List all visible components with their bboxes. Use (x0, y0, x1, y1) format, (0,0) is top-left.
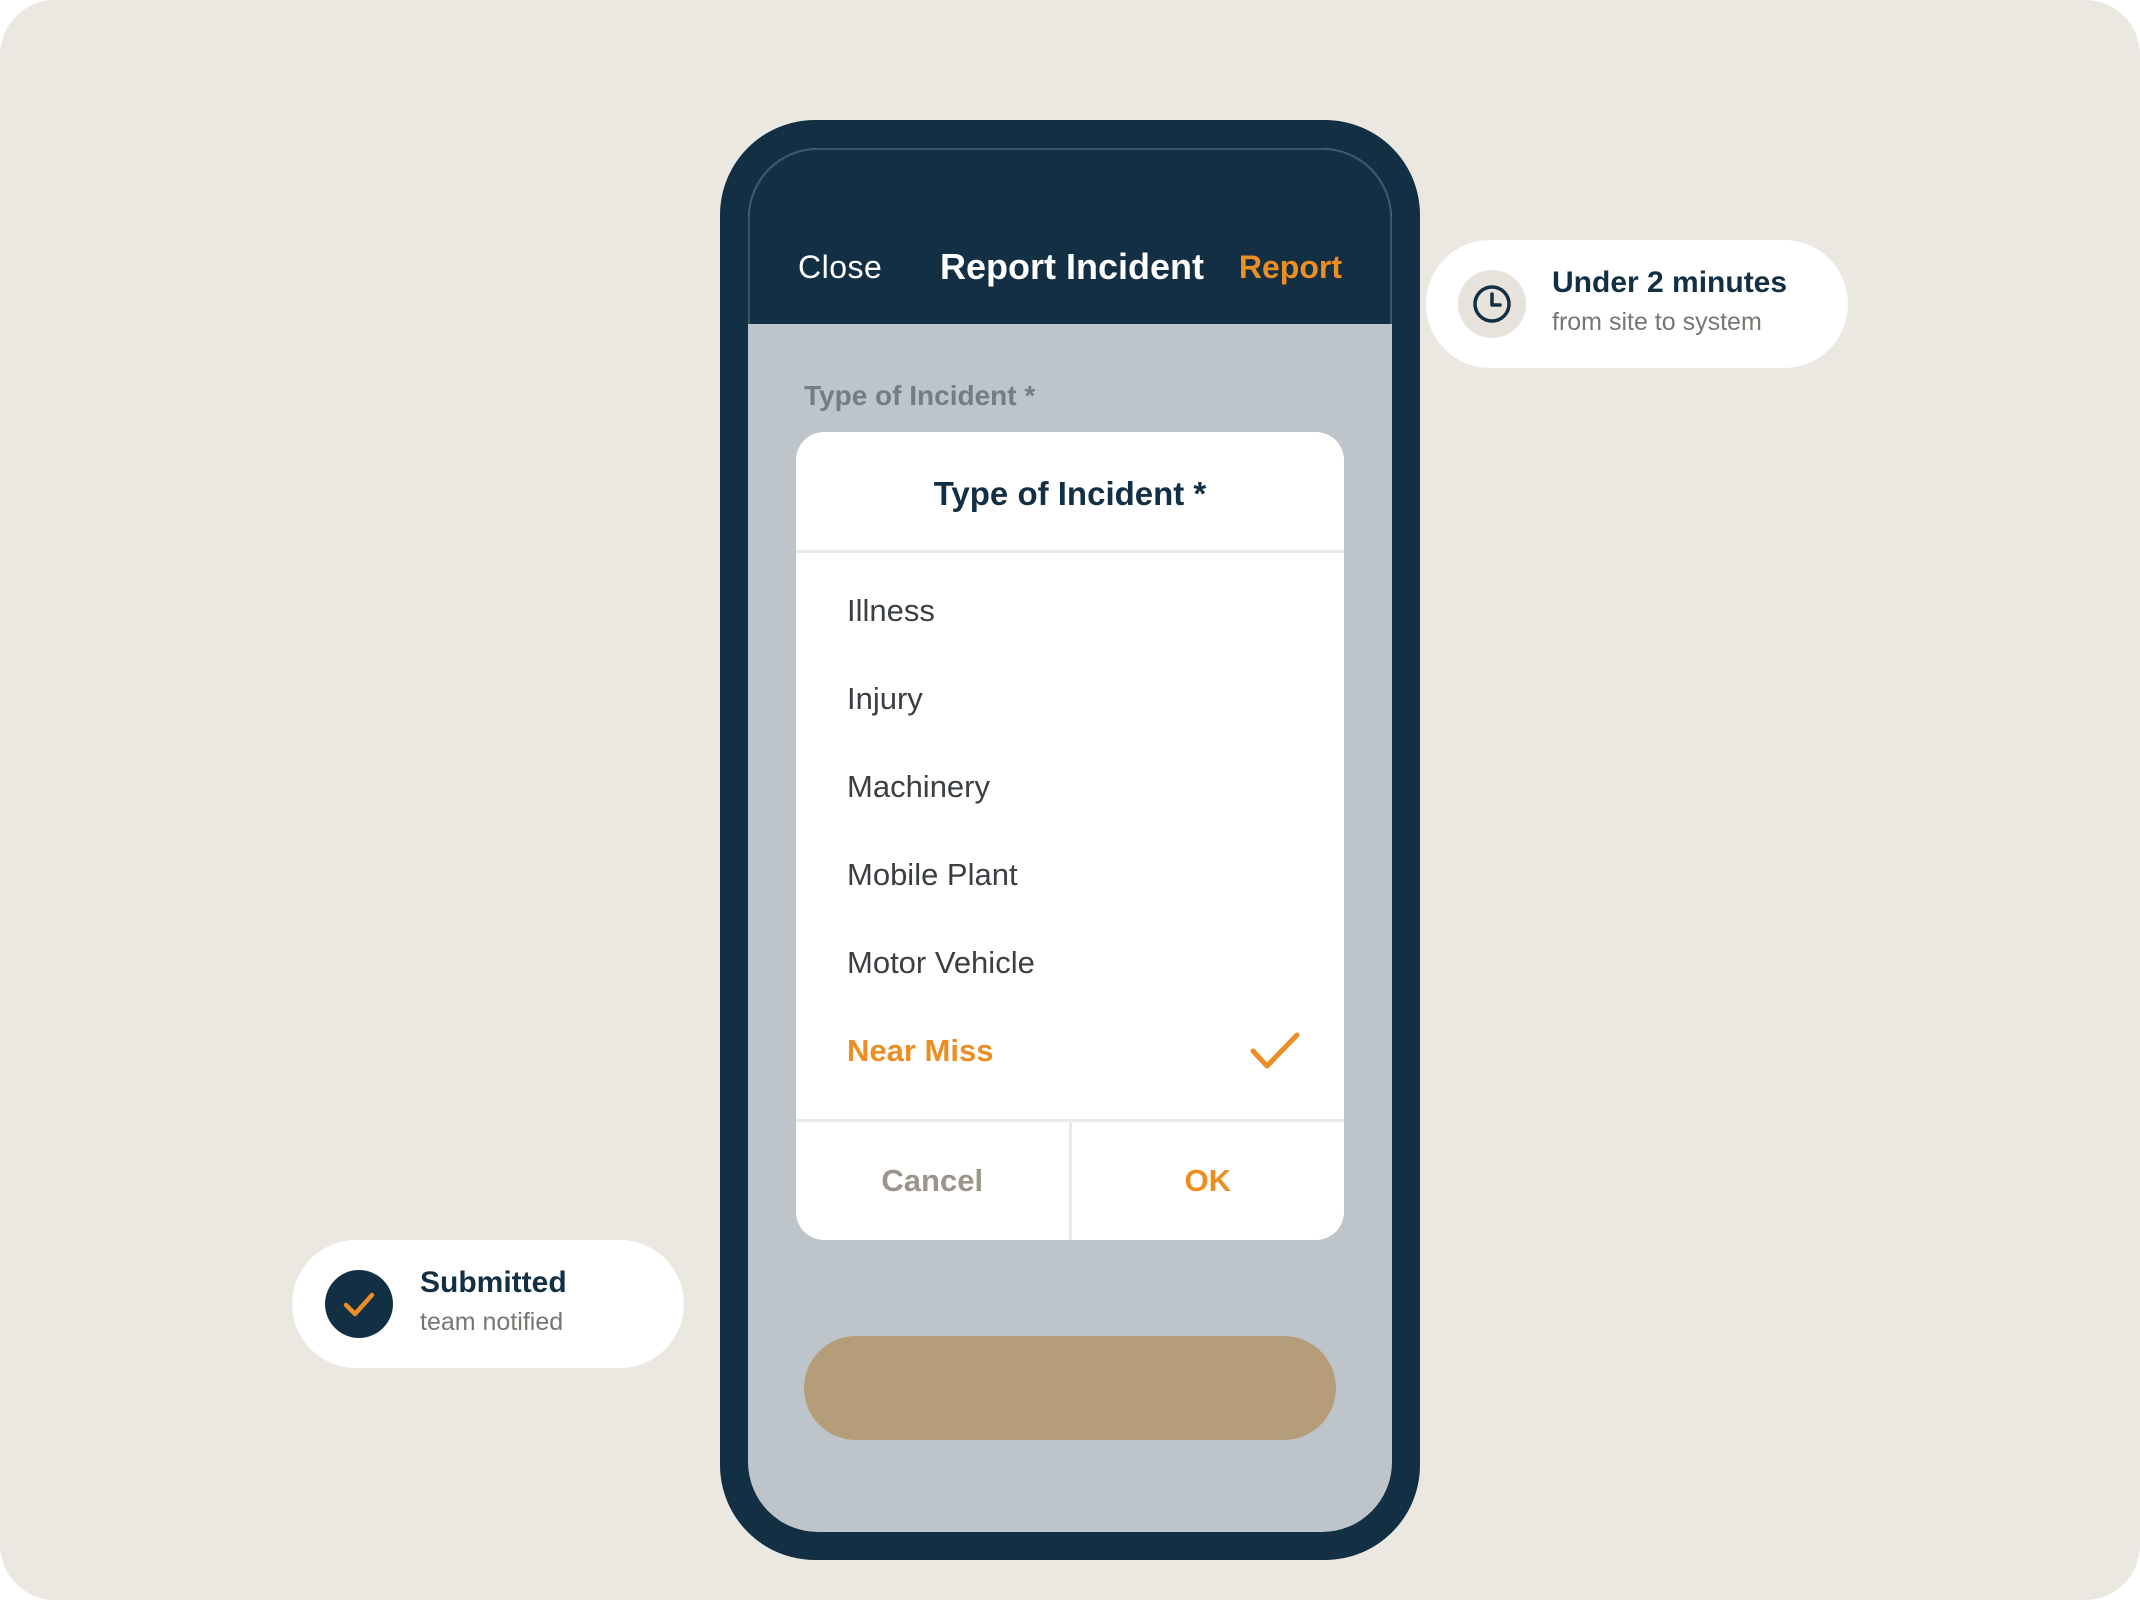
app-header: Close Report Incident Report (748, 148, 1392, 324)
option-mobile-plant[interactable]: Mobile Plant (796, 831, 1344, 919)
canvas-background: Close Report Incident Report Type of Inc… (0, 0, 2140, 1600)
option-label: Near Miss (847, 1033, 994, 1068)
incident-type-field-label: Type of Incident * (804, 380, 1036, 411)
submitted-badge: Submitted team notified (292, 1240, 684, 1368)
time-badge-subtitle: from site to system (1552, 308, 1762, 336)
check-icon (325, 1270, 393, 1338)
dialog-actions: Cancel OK (796, 1119, 1344, 1240)
report-button[interactable]: Report (1239, 249, 1342, 286)
selected-check-icon (1250, 1032, 1300, 1069)
option-label: Machinery (847, 769, 990, 804)
picker-title: Type of Incident * (796, 432, 1344, 553)
option-machinery[interactable]: Machinery (796, 743, 1344, 831)
phone-frame: Close Report Incident Report Type of Inc… (720, 120, 1420, 1560)
option-label: Motor Vehicle (847, 945, 1035, 980)
option-list: Illness Injury Machinery Mobile Plant Mo… (796, 553, 1344, 1095)
option-injury[interactable]: Injury (796, 655, 1344, 743)
ok-button[interactable]: OK (1072, 1122, 1345, 1240)
cancel-button[interactable]: Cancel (796, 1122, 1072, 1240)
time-badge-title: Under 2 minutes (1552, 266, 1788, 299)
submit-button[interactable] (804, 1336, 1336, 1440)
option-label: Injury (847, 681, 923, 716)
option-illness[interactable]: Illness (796, 567, 1344, 655)
option-motor-vehicle[interactable]: Motor Vehicle (796, 919, 1344, 1007)
time-badge: Under 2 minutes from site to system (1426, 240, 1848, 368)
submitted-badge-subtitle: team notified (420, 1308, 564, 1336)
submitted-badge-title: Submitted (420, 1266, 567, 1299)
clock-icon (1458, 270, 1526, 338)
phone-screen: Close Report Incident Report Type of Inc… (748, 148, 1392, 1532)
option-near-miss[interactable]: Near Miss (796, 1007, 1344, 1095)
option-label: Illness (847, 593, 935, 628)
incident-type-picker-dialog: Type of Incident * Illness Injury Machin… (796, 432, 1344, 1240)
option-label: Mobile Plant (847, 857, 1018, 892)
